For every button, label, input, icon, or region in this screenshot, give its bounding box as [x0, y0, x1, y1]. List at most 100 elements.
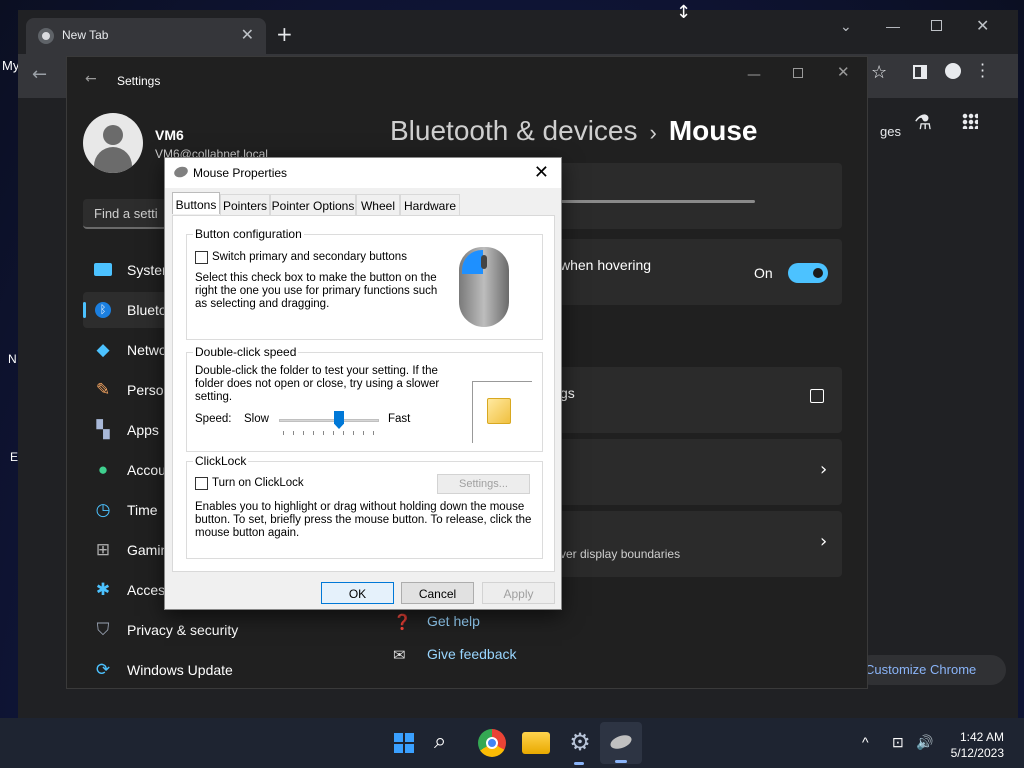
chrome-tab-search-icon[interactable]: ⌄ — [840, 18, 852, 35]
monitor-icon — [93, 260, 113, 280]
give-feedback-link[interactable]: Give feedback — [427, 646, 517, 662]
gamepad-icon: ⊞ — [95, 540, 111, 559]
resize-cursor-icon: ↕ — [676, 2, 692, 23]
toggle-state-label: On — [754, 265, 773, 281]
tray-chevron-icon[interactable]: ^ — [862, 734, 869, 750]
cancel-button[interactable]: Cancel — [401, 582, 474, 604]
clicklock-label[interactable]: Turn on ClickLock — [212, 477, 304, 490]
mouse-taskbar-item[interactable] — [600, 722, 642, 764]
start-button-icon[interactable] — [390, 729, 418, 757]
active-indicator — [615, 760, 627, 763]
scroll-inactive-toggle[interactable] — [788, 263, 828, 283]
clicklock-settings-button[interactable]: Settings... — [437, 474, 530, 494]
clock-time[interactable]: 1:42 AM — [958, 730, 1004, 744]
double-click-desc-1: Double-click the folder to test your set… — [195, 365, 438, 377]
speed-slider-track[interactable] — [279, 419, 379, 422]
apply-button[interactable]: Apply — [482, 582, 555, 604]
clicklock-checkbox[interactable] — [195, 477, 208, 490]
chrome-close-icon[interactable]: ✕ — [976, 16, 989, 36]
pointer-speed-track[interactable] — [530, 200, 755, 203]
tab-pointers[interactable]: Pointers — [220, 194, 270, 215]
clicklock-group: ClickLock Turn on ClickLock Settings... … — [186, 454, 543, 559]
switch-buttons-label[interactable]: Switch primary and secondary buttons — [212, 251, 407, 264]
additional-settings-label: gs — [560, 385, 575, 401]
chrome-tab-title: New Tab — [62, 28, 109, 42]
get-help-link[interactable]: Get help — [427, 613, 480, 629]
tab-hardware[interactable]: Hardware — [400, 194, 460, 215]
settings-title: Settings — [117, 74, 161, 88]
settings-running-indicator — [574, 762, 584, 765]
help-icon: ❓ — [393, 613, 412, 631]
buttons-tab-panel: Button configuration Switch primary and … — [172, 215, 555, 572]
settings-minimize-icon[interactable]: — — [747, 67, 761, 83]
person-icon: ● — [97, 460, 109, 479]
dialog-titlebar[interactable]: Mouse Properties ✕ — [165, 158, 561, 188]
labs-flask-icon[interactable]: ⚗ — [914, 110, 932, 134]
new-tab-button[interactable]: + — [276, 24, 293, 44]
clicklock-desc-3: mouse button again. — [195, 527, 300, 539]
tab-pointer-options[interactable]: Pointer Options — [270, 194, 356, 215]
clock-icon: ◷ — [95, 500, 111, 519]
settings-gear-icon[interactable]: ⚙ — [566, 729, 594, 757]
bookmark-star-icon[interactable]: ☆ — [871, 62, 887, 83]
chrome-back-icon[interactable]: ← — [32, 64, 47, 85]
side-panel-icon[interactable] — [913, 65, 927, 79]
chrome-favicon-icon — [38, 28, 54, 44]
chrome-images-link-fragment[interactable]: ges — [880, 124, 901, 139]
avatar[interactable] — [83, 113, 143, 173]
wifi-icon: ◆ — [96, 340, 110, 359]
group-title: Double-click speed — [193, 345, 299, 359]
speed-label: Speed: — [195, 413, 232, 425]
customize-chrome-button[interactable]: Customize Chrome — [856, 655, 1006, 685]
chrome-menu-icon[interactable]: · · · — [980, 57, 985, 85]
desktop-fragment-e: E — [10, 450, 19, 464]
sidebar-item-windows-update[interactable]: ⟳ Windows Update — [83, 652, 373, 688]
folder-icon — [487, 398, 511, 424]
tab-buttons[interactable]: Buttons — [172, 192, 220, 214]
mouse-properties-dialog: Mouse Properties ✕ Buttons Pointers Poin… — [164, 157, 562, 610]
bluetooth-icon: ᛒ — [93, 300, 113, 320]
search-icon[interactable]: ⌕ — [434, 729, 462, 757]
network-icon[interactable]: ⊡ — [892, 734, 904, 751]
group-title: Button configuration — [193, 227, 304, 241]
update-icon: ⟳ — [95, 660, 111, 679]
dialog-title: Mouse Properties — [193, 166, 288, 180]
chrome-tab-new-tab[interactable]: New Tab ✕ — [26, 18, 266, 54]
test-folder-box[interactable] — [472, 381, 532, 443]
settings-close-icon[interactable]: ✕ — [837, 63, 850, 81]
tab-wheel[interactable]: Wheel — [356, 194, 400, 215]
settings-maximize-icon[interactable] — [793, 68, 803, 78]
desktop-fragment-n: N — [8, 352, 17, 366]
settings-back-icon[interactable]: ← — [85, 71, 97, 87]
button-config-desc-2: right the one you use for primary functi… — [195, 285, 438, 297]
feedback-icon: ✉ — [393, 646, 406, 664]
chrome-maximize-icon[interactable] — [931, 20, 942, 31]
page-title: Mouse — [668, 115, 758, 146]
breadcrumb-parent[interactable]: Bluetooth & devices — [390, 115, 638, 146]
close-tab-icon[interactable]: ✕ — [241, 25, 254, 44]
dialog-close-icon[interactable]: ✕ — [534, 162, 549, 183]
chrome-minimize-icon[interactable]: — — [886, 18, 900, 34]
profile-icon[interactable] — [945, 63, 961, 79]
brush-icon: ✎ — [95, 380, 111, 399]
breadcrumb-separator: › — [649, 120, 657, 145]
button-config-group: Button configuration Switch primary and … — [186, 227, 543, 340]
file-explorer-icon[interactable] — [522, 732, 550, 754]
accessibility-icon: ✱ — [95, 580, 111, 599]
clock-date[interactable]: 5/12/2023 — [948, 746, 1004, 760]
button-config-desc-3: as selecting and dragging. — [195, 298, 330, 310]
chrome-tab-strip: New Tab ✕ + ⌄ — ✕ — [18, 10, 1018, 54]
button-config-desc-1: Select this check box to make the button… — [195, 272, 437, 284]
sidebar-item-privacy[interactable]: ⛉ Privacy & security — [83, 612, 373, 648]
volume-icon[interactable]: 🔊 — [916, 734, 933, 751]
chrome-taskbar-icon[interactable] — [478, 729, 506, 757]
clicklock-desc-1: Enables you to highlight or drag without… — [195, 501, 525, 513]
speed-slider-thumb[interactable] — [334, 411, 344, 429]
user-name: VM6 — [155, 127, 184, 143]
switch-buttons-checkbox[interactable] — [195, 251, 208, 264]
slow-label: Slow — [244, 413, 269, 425]
ok-button[interactable]: OK — [321, 582, 394, 604]
chevron-right-icon: › — [820, 459, 828, 480]
bookmark-fragment: My — [2, 58, 20, 73]
apps-grid-icon[interactable] — [962, 113, 978, 129]
